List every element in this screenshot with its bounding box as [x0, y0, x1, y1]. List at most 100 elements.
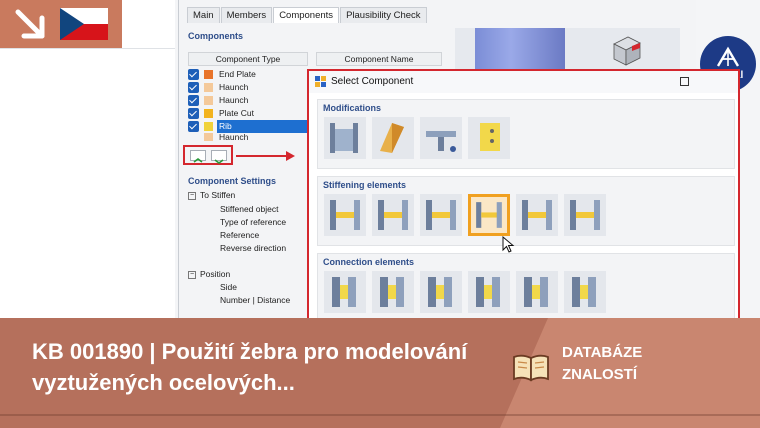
- group-title-stiffening: Stiffening elements: [323, 180, 407, 190]
- component-dialog-icon: [315, 76, 326, 87]
- component-tile[interactable]: [420, 194, 462, 236]
- component-tile[interactable]: [516, 271, 558, 313]
- article-title[interactable]: KB 001890 | Použití žebra pro modelování…: [32, 336, 502, 398]
- title-banner: KB 001890 | Použití žebra pro modelování…: [0, 318, 760, 428]
- components-grid-header: Component Type Component Name: [188, 52, 454, 66]
- component-tile[interactable]: [372, 194, 414, 236]
- steel-component-icon: [426, 200, 456, 230]
- col-component-type[interactable]: Component Type: [188, 52, 308, 66]
- group-title-modifications: Modifications: [323, 103, 381, 113]
- component-tile[interactable]: [468, 271, 510, 313]
- steel-component-icon: [480, 123, 500, 151]
- component-tile[interactable]: [516, 194, 558, 236]
- czech-flag-icon: [60, 8, 108, 40]
- steel-component-icon: [476, 202, 502, 228]
- steel-component-icon: [380, 123, 404, 153]
- component-tile[interactable]: [468, 117, 510, 159]
- steel-component-icon: [330, 123, 358, 153]
- tab-plausibility-check[interactable]: Plausibility Check: [340, 7, 427, 23]
- group-title-connection: Connection elements: [323, 257, 415, 267]
- group-modifications: Modifications: [317, 99, 735, 169]
- component-row[interactable]: Haunch: [188, 133, 308, 141]
- select-component-dialog: Select Component Modifications Stiffenin…: [307, 69, 740, 321]
- collapse-icon[interactable]: −: [188, 191, 196, 200]
- component-row[interactable]: Haunch: [188, 94, 308, 107]
- callout-arrow-line: [236, 155, 288, 157]
- tree-item-number-distance[interactable]: Number | Distance: [220, 295, 290, 305]
- component-row-label: Haunch: [219, 133, 249, 141]
- steel-component-icon: [522, 200, 552, 230]
- component-tile[interactable]: [564, 194, 606, 236]
- component-row-label: Haunch: [219, 95, 249, 105]
- steel-component-icon: [378, 200, 408, 230]
- tree-item-type-of-reference[interactable]: Type of reference: [220, 217, 286, 227]
- component-tile[interactable]: [372, 117, 414, 159]
- dialog-title: Select Component: [331, 76, 414, 87]
- corner-badge: [0, 0, 122, 48]
- steel-component-icon: [476, 277, 500, 307]
- checkbox[interactable]: [188, 82, 199, 93]
- checkbox[interactable]: [188, 69, 199, 80]
- steel-component-icon: [572, 277, 596, 307]
- color-swatch: [204, 83, 213, 92]
- tree-group-to-stiffen[interactable]: − To Stiffen: [188, 190, 235, 200]
- knowledge-base-label[interactable]: DATABÁZE ZNALOSTÍ: [562, 342, 642, 386]
- tab-members[interactable]: Members: [220, 7, 273, 23]
- component-tile[interactable]: [372, 271, 414, 313]
- move-up-button[interactable]: [190, 150, 206, 163]
- tree-group-position[interactable]: − Position: [188, 269, 230, 279]
- component-tile[interactable]: [468, 194, 510, 236]
- arrow-down-right-icon: [15, 9, 45, 39]
- component-tile[interactable]: [324, 117, 366, 159]
- color-swatch: [204, 70, 213, 79]
- collapse-icon[interactable]: −: [188, 270, 196, 279]
- open-book-icon: [513, 354, 549, 382]
- left-strip: [0, 0, 175, 320]
- component-row[interactable]: Plate Cut: [188, 107, 308, 120]
- tree-item-side[interactable]: Side: [220, 282, 237, 292]
- steel-component-icon: [330, 200, 360, 230]
- tab-bar: Main Members Components Plausibility Che…: [187, 7, 428, 23]
- component-tile[interactable]: [324, 271, 366, 313]
- checkbox[interactable]: [188, 95, 199, 106]
- steel-component-icon: [428, 277, 452, 307]
- steel-component-icon: [380, 277, 404, 307]
- bridge-logo-icon: [716, 46, 740, 67]
- component-tile[interactable]: [324, 194, 366, 236]
- steel-component-icon: [570, 200, 600, 230]
- component-row-label: Plate Cut: [219, 108, 254, 118]
- tab-components[interactable]: Components: [273, 7, 340, 23]
- checkbox[interactable]: [188, 108, 199, 119]
- component-settings-title: Component Settings: [188, 176, 276, 186]
- component-row-label: Haunch: [219, 82, 249, 92]
- group-connection-elements: Connection elements: [317, 253, 735, 319]
- tab-main[interactable]: Main: [187, 7, 220, 23]
- component-row[interactable]: Haunch: [188, 81, 308, 94]
- tree-item-reference[interactable]: Reference: [220, 230, 259, 240]
- component-row[interactable]: Rib: [188, 120, 308, 133]
- steel-component-icon: [332, 277, 356, 307]
- mouse-cursor-icon: [502, 236, 515, 253]
- group-stiffening-elements: Stiffening elements: [317, 176, 735, 246]
- tree-item-reverse-direction[interactable]: Reverse direction: [220, 243, 286, 253]
- component-row-label: End Plate: [219, 69, 256, 79]
- screenshot-root: Main Members Components Plausibility Che…: [0, 0, 760, 428]
- component-tile[interactable]: [420, 117, 462, 159]
- view-cube-icon[interactable]: [610, 34, 644, 68]
- component-tile[interactable]: [564, 271, 606, 313]
- col-component-name[interactable]: Component Name: [316, 52, 442, 66]
- move-buttons-highlight: [183, 145, 233, 165]
- color-swatch: [204, 133, 213, 141]
- steel-component-icon: [524, 277, 548, 307]
- color-swatch: [204, 109, 213, 118]
- steel-component-icon: [426, 131, 456, 152]
- maximize-button[interactable]: [680, 77, 689, 86]
- banner-bottom-rule: [0, 414, 760, 416]
- component-row[interactable]: End Plate: [188, 68, 308, 81]
- component-row-label: Rib: [217, 120, 308, 133]
- checkbox[interactable]: [188, 121, 199, 132]
- move-down-button[interactable]: [211, 150, 227, 164]
- component-tile[interactable]: [420, 271, 462, 313]
- components-title: Components: [188, 31, 243, 41]
- tree-item-stiffened-object[interactable]: Stiffened object: [220, 204, 278, 214]
